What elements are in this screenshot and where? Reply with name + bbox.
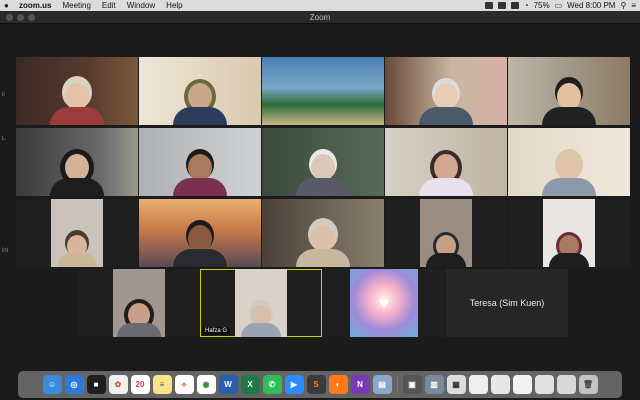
control-center-icon[interactable]: ≡ [631, 1, 636, 10]
excel-icon[interactable]: X [240, 375, 260, 394]
trash-icon[interactable]: 🗑 [578, 375, 598, 394]
window-titlebar: Zoom [0, 11, 640, 24]
video-tile[interactable] [385, 199, 507, 267]
zoom-icon[interactable]: ▶ [284, 375, 304, 394]
search-icon[interactable]: ⚲ [620, 1, 626, 10]
window-thumbnail[interactable] [490, 375, 510, 394]
video-tile[interactable] [16, 199, 138, 267]
gallery-view: ii L int Hafza G ♥ Teresa (Sim Kuen) [0, 24, 640, 368]
dock-separator [396, 375, 398, 394]
menu-app-name[interactable]: zoom.us [19, 1, 51, 10]
window-controls [6, 14, 35, 21]
video-tile[interactable] [78, 269, 200, 337]
word-icon[interactable]: W [218, 375, 238, 394]
battery-percent[interactable]: 75% [534, 1, 550, 10]
video-tile[interactable] [262, 128, 384, 196]
window-thumbnail[interactable] [468, 375, 488, 394]
edge-label: L [2, 136, 6, 142]
mission-control-icon[interactable]: ▥ [424, 375, 444, 394]
macos-dock: ☺ ◎ ■ ✿ 20 ≡ ⟡ ◉ W X ✆ ▶ S ◐ N ▤ ▣ ▥ ▦ 🗑 [18, 371, 622, 398]
zoom-button[interactable] [28, 14, 35, 21]
firefox-icon[interactable]: ◐ [328, 375, 348, 394]
window-thumbnail[interactable] [534, 375, 554, 394]
jetbrains-icon[interactable]: ■ [86, 375, 106, 394]
menu-edit[interactable]: Edit [102, 1, 116, 10]
status-icon[interactable] [510, 2, 519, 9]
window-thumbnail[interactable] [556, 375, 576, 394]
video-tile-active-speaker[interactable]: Hafza G [200, 269, 322, 337]
participant-name: Teresa (Sim Kuen) [469, 298, 545, 308]
finder-icon[interactable]: ☺ [42, 375, 62, 394]
status-area: ◔ 75% ▭ Wed 8:00 PM ⚲ ≡ [484, 1, 636, 10]
heart-icon: ♥ [378, 292, 390, 313]
video-tile-name-only[interactable]: Teresa (Sim Kuen) [446, 269, 568, 337]
video-tile[interactable] [262, 57, 384, 125]
video-tile[interactable] [262, 199, 384, 267]
chrome-icon[interactable]: ◉ [196, 375, 216, 394]
photos-icon[interactable]: ✿ [108, 375, 128, 394]
video-tile[interactable]: ♥ [323, 269, 445, 337]
whatsapp-icon[interactable]: ✆ [262, 375, 282, 394]
window-title: Zoom [309, 12, 331, 22]
menu-window[interactable]: Window [127, 1, 155, 10]
video-tile[interactable] [16, 128, 138, 196]
preview-icon[interactable]: ▤ [372, 375, 392, 394]
macos-menubar: ● zoom.us Meeting Edit Window Help ◔ 75%… [0, 0, 640, 11]
calendar-icon[interactable]: 20 [130, 375, 150, 394]
edge-label: int [2, 248, 9, 254]
menu-meeting[interactable]: Meeting [62, 1, 90, 10]
edge-label: ii [2, 92, 5, 98]
video-tile[interactable] [139, 57, 261, 125]
screenshot-icon[interactable]: ▣ [402, 375, 422, 394]
apple-icon[interactable]: ● [4, 1, 13, 10]
menu-help[interactable]: Help [166, 1, 182, 10]
video-tile[interactable] [139, 199, 261, 267]
documents-icon[interactable]: ▦ [446, 375, 466, 394]
video-tile[interactable] [385, 57, 507, 125]
status-icon[interactable] [497, 2, 506, 9]
close-button[interactable] [6, 14, 13, 21]
status-icon[interactable] [484, 2, 493, 9]
clock[interactable]: Wed 8:00 PM [567, 1, 615, 10]
video-tile[interactable] [385, 128, 507, 196]
window-thumbnail[interactable] [512, 375, 532, 394]
video-tile[interactable] [508, 128, 630, 196]
sublime-icon[interactable]: S [306, 375, 326, 394]
video-tile[interactable] [16, 57, 138, 125]
acrobat-icon[interactable]: ⟡ [174, 375, 194, 394]
video-tile[interactable] [508, 199, 630, 267]
video-tile[interactable] [139, 128, 261, 196]
onenote-icon[interactable]: N [350, 375, 370, 394]
wifi-icon[interactable]: ◔ [524, 1, 529, 10]
notes-icon[interactable]: ≡ [152, 375, 172, 394]
battery-icon[interactable]: ▭ [555, 1, 563, 10]
safari-icon[interactable]: ◎ [64, 375, 84, 394]
minimize-button[interactable] [17, 14, 24, 21]
participant-name: Hafza G [202, 327, 231, 335]
video-tile[interactable] [508, 57, 630, 125]
